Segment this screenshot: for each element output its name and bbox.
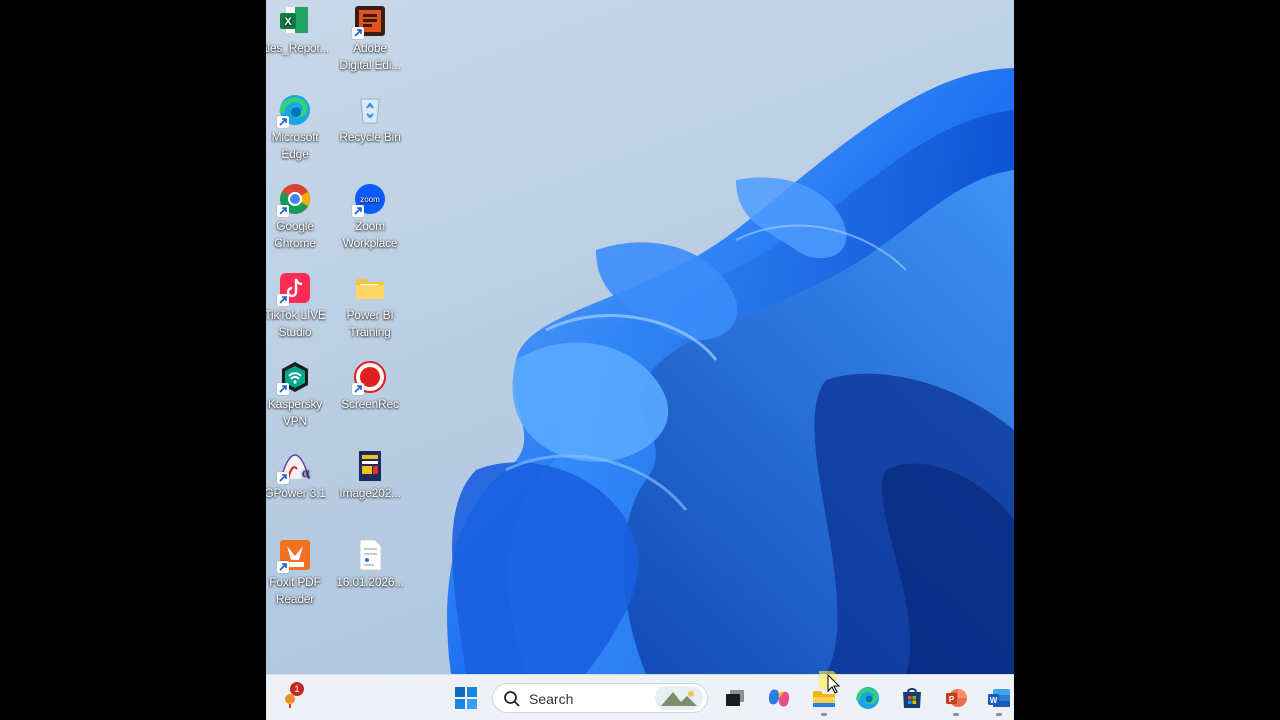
desktop-screen: X ales_Repor... Adobe Digital Edi... Mic… [266,0,1014,720]
desktop-icon-sales-report[interactable]: X ales_Repor... [266,4,333,57]
svg-text:P: P [949,695,955,704]
shortcut-arrow-icon [277,205,289,217]
kaspersky-vpn-icon [277,360,312,395]
svg-text:zoom: zoom [360,195,380,204]
desktop-icon-recycle-bin[interactable]: Recycle Bin [332,93,408,146]
search-icon [504,691,520,707]
desktop-icon-document-16-01-2026[interactable]: 16.01.2026... [332,538,408,591]
svg-text:W: W [990,696,998,705]
start-button[interactable] [451,683,481,713]
microsoft-store-icon [903,688,921,708]
running-indicator [821,713,827,716]
shortcut-arrow-icon [277,116,289,128]
desktop-icon-power-bi-training[interactable]: Power BI Training [332,271,408,341]
desktop-icon-gpower[interactable]: α GPower 3.1 [266,449,333,502]
adobe-digital-editions-icon [352,4,387,39]
shortcut-arrow-icon [277,294,289,306]
desktop-icon-foxit-pdf-reader[interactable]: Foxit PDF Reader [266,538,333,608]
weather-widget-button[interactable]: 1 [278,682,308,713]
recycle-bin-icon [353,93,387,127]
svg-text:X: X [284,16,292,28]
excel-icon: X [278,4,312,38]
word-button[interactable]: W [984,683,1014,716]
shortcut-arrow-icon [277,472,289,484]
desktop-icon-microsoft-edge[interactable]: Microsoft Edge [266,93,333,163]
search-placeholder: Search [529,691,574,707]
zoom-icon: zoom [352,182,387,217]
desktop-icon-adobe-digital-editions[interactable]: Adobe Digital Edi... [332,4,408,74]
shortcut-arrow-icon [277,561,289,573]
document-file-icon [353,538,387,572]
taskbar: 1 Search P W [266,671,1014,720]
desktop-icon-kaspersky-vpn[interactable]: Kaspersky VPN [266,360,333,430]
tiktok-icon [277,271,312,306]
task-view-icon [726,690,744,706]
edge-taskbar-button[interactable] [853,683,883,713]
desktop-icon-zoom-workplace[interactable]: zoom Zoom Workplace [332,182,408,252]
shortcut-arrow-icon [352,205,364,217]
desktop-icon-google-chrome[interactable]: Google Chrome [266,182,333,252]
mouse-cursor-icon [819,671,841,694]
desktop-icon-tiktok-live-studio[interactable]: TikTok LIVE Studio [266,271,333,341]
powerpoint-button[interactable]: P [941,683,971,716]
microsoft-store-button[interactable] [897,683,927,713]
word-icon: W [988,689,1010,707]
running-indicator [953,713,959,716]
search-highlight-icon [655,686,703,710]
chrome-icon [277,182,312,217]
start-icon [455,687,477,709]
copilot-icon [768,689,790,707]
image-file-icon [353,449,387,483]
task-view-button[interactable] [720,683,750,713]
notification-badge: 1 [290,682,304,696]
screenrec-icon [352,360,387,395]
file-explorer-button[interactable] [809,671,841,716]
running-indicator [996,713,1002,716]
gpower-icon: α [277,449,312,484]
folder-icon [353,271,387,305]
shortcut-arrow-icon [352,27,364,39]
edge-icon [856,687,879,709]
shortcut-arrow-icon [352,383,364,395]
desktop-icon-image-file[interactable]: Image202... [332,449,408,502]
shortcut-arrow-icon [277,383,289,395]
taskbar-search-box[interactable]: Search [492,683,708,713]
svg-text:α: α [302,466,310,480]
desktop-icon-screenrec[interactable]: ScreenRec [332,360,408,413]
edge-icon [277,93,312,128]
copilot-button[interactable] [764,683,794,713]
powerpoint-icon: P [946,689,967,707]
foxit-icon [277,538,312,573]
